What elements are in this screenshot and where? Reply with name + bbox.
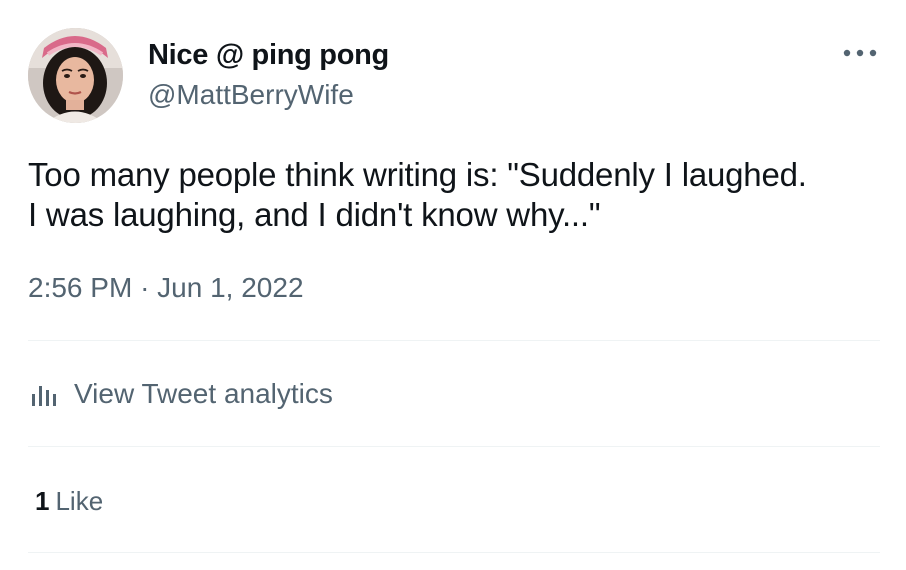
divider	[28, 340, 880, 341]
tweet-timestamp[interactable]: 2:56 PM · Jun 1, 2022	[28, 270, 304, 306]
bar-chart-icon	[30, 380, 62, 408]
more-horizontal-icon	[843, 49, 877, 57]
tweet-text-line: Too many people think writing is: "Sudde…	[28, 156, 807, 193]
more-options-button[interactable]	[838, 38, 882, 68]
tweet-text: Too many people think writing is: "Sudde…	[28, 155, 888, 235]
likes-link[interactable]: 1 Like	[35, 483, 103, 519]
tweet-time[interactable]: 2:56 PM	[28, 272, 132, 303]
profile-photo-icon	[28, 28, 123, 123]
tweet-card: Nice @ ping pong @MattBerryWife Too many…	[0, 0, 906, 570]
avatar[interactable]	[28, 28, 123, 123]
likes-count[interactable]: 1	[35, 486, 49, 516]
likes-label[interactable]: Like	[55, 486, 103, 516]
divider	[28, 552, 880, 553]
view-analytics-link[interactable]: View Tweet analytics	[30, 374, 333, 414]
divider	[28, 446, 880, 447]
tweet-date[interactable]: Jun 1, 2022	[157, 272, 303, 303]
author-display-name[interactable]: Nice @ ping pong	[148, 37, 389, 73]
view-analytics-label[interactable]: View Tweet analytics	[74, 378, 333, 410]
timestamp-separator: ·	[140, 272, 150, 303]
tweet-text-line: I was laughing, and I didn't know why...…	[28, 196, 601, 233]
author-handle[interactable]: @MattBerryWife	[148, 77, 354, 113]
